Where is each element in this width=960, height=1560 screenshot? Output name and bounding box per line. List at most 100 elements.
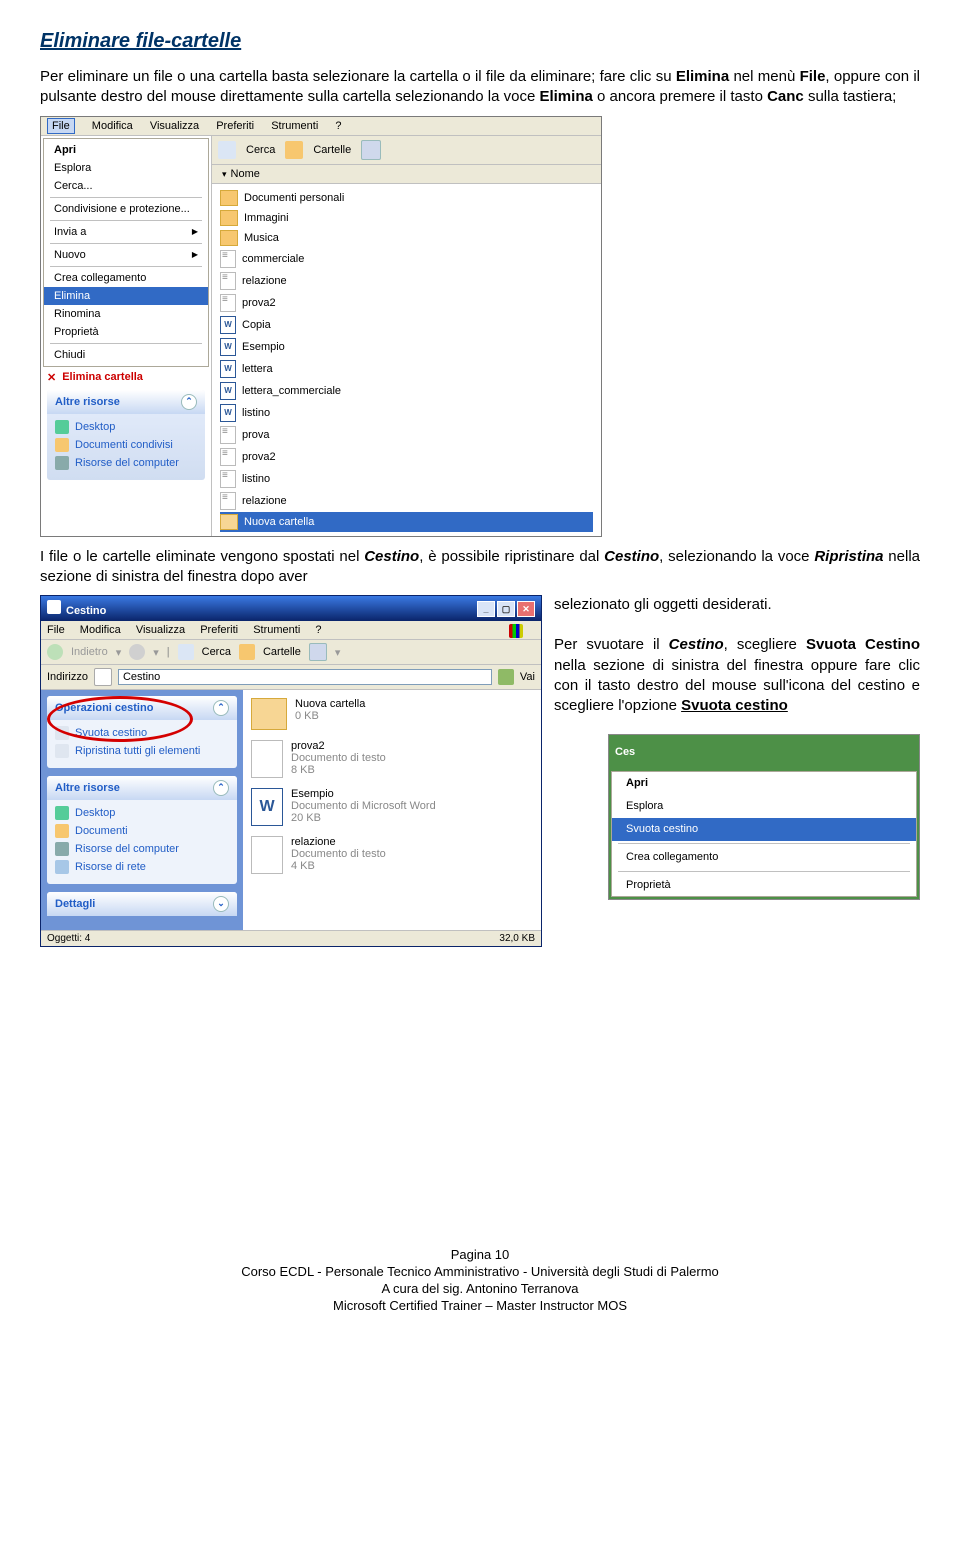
file-row[interactable]: Wlettera_commerciale	[220, 380, 593, 402]
desktop-icon	[55, 806, 69, 820]
delete-icon: ✕	[47, 371, 56, 384]
views-icon[interactable]	[309, 643, 327, 661]
minimize-button[interactable]: _	[477, 601, 495, 617]
file-name: prova2	[242, 451, 276, 463]
menu-file[interactable]: File	[47, 118, 75, 134]
right-column-text: selezionato gli oggetti desiderati. Per …	[554, 595, 920, 900]
menu-esplora[interactable]: Esplora	[44, 159, 208, 177]
nav-toolbar: Indietro ▾ ▾ | Cerca Cartelle ▾	[41, 640, 541, 665]
status-count: Oggetti: 4	[47, 933, 90, 944]
go-icon[interactable]	[498, 669, 514, 685]
file-tile[interactable]: prova2Documento di testo 8 KB	[251, 740, 533, 778]
menu-strumenti[interactable]: Strumenti	[253, 624, 300, 636]
back-icon[interactable]	[47, 644, 63, 660]
menu-visualizza[interactable]: Visualizza	[150, 120, 199, 132]
collapse-icon[interactable]: ⌃	[213, 780, 229, 796]
menu-proprieta[interactable]: Proprietà	[44, 323, 208, 341]
screenshot-explorer-filemenu: File Modifica Visualizza Preferiti Strum…	[40, 116, 602, 537]
file-row[interactable]: prova	[220, 424, 593, 446]
chevron-right-icon: ▶	[192, 250, 198, 259]
menu-help[interactable]: ?	[335, 120, 341, 132]
menu-preferiti[interactable]: Preferiti	[200, 624, 238, 636]
file-row[interactable]: prova2	[220, 292, 593, 314]
folders-icon[interactable]	[285, 141, 303, 159]
task-elimina-cartella[interactable]: ✕Elimina cartella	[47, 371, 205, 384]
word-file-icon: W	[220, 382, 236, 400]
menu-elimina[interactable]: Elimina	[44, 287, 208, 305]
link-desktop[interactable]: Desktop	[55, 804, 229, 822]
word-file-icon: W	[251, 788, 283, 826]
file-row[interactable]: listino	[220, 468, 593, 490]
file-row[interactable]: prova2	[220, 446, 593, 468]
menu-rinomina[interactable]: Rinomina	[44, 305, 208, 323]
computer-icon	[55, 456, 69, 470]
file-tile[interactable]: Nuova cartella0 KB	[251, 698, 533, 730]
file-row[interactable]: relazione	[220, 270, 593, 292]
file-row[interactable]: WEsempio	[220, 336, 593, 358]
menu-modifica[interactable]: Modifica	[92, 120, 133, 132]
tasks-pane: Operazioni cestino⌃ Svuota cestino Ripri…	[41, 690, 243, 930]
menu-preferiti[interactable]: Preferiti	[216, 120, 254, 132]
link-docs[interactable]: Documenti	[55, 822, 229, 840]
link-docs[interactable]: Documenti condivisi	[55, 436, 197, 454]
link-desktop[interactable]: Desktop	[55, 418, 197, 436]
folders-icon[interactable]	[239, 644, 255, 660]
ctx-apri[interactable]: Apri	[612, 772, 916, 795]
menu-apri[interactable]: Apri	[44, 141, 208, 159]
text-file-icon	[220, 272, 236, 290]
chevron-down-icon: ▾	[222, 169, 227, 179]
search-icon[interactable]	[178, 644, 194, 660]
menu-chiudi[interactable]: Chiudi	[44, 346, 208, 364]
file-row[interactable]: WCopia	[220, 314, 593, 336]
menu-inviaa[interactable]: Invia a▶	[44, 223, 208, 241]
menu-visualizza[interactable]: Visualizza	[136, 624, 185, 636]
file-label: prova2Documento di testo 8 KB	[291, 740, 386, 776]
file-row[interactable]: Musica	[220, 228, 593, 248]
ctx-esplora[interactable]: Esplora	[612, 795, 916, 818]
link-svuota[interactable]: Svuota cestino	[55, 724, 229, 742]
computer-icon	[55, 842, 69, 856]
menu-strumenti[interactable]: Strumenti	[271, 120, 318, 132]
menu-modifica[interactable]: Modifica	[80, 624, 121, 636]
file-tile[interactable]: WEsempioDocumento di Microsoft Word 20 K…	[251, 788, 533, 826]
file-row[interactable]: Nuova cartella	[220, 512, 593, 532]
file-row[interactable]: commerciale	[220, 248, 593, 270]
menu-help[interactable]: ?	[315, 624, 321, 636]
file-tile[interactable]: relazioneDocumento di testo 4 KB	[251, 836, 533, 874]
link-pc[interactable]: Risorse del computer	[55, 840, 229, 858]
link-ripristina[interactable]: Ripristina tutti gli elementi	[55, 742, 229, 760]
recycle-bin-icon	[47, 600, 61, 614]
menu-condivisione[interactable]: Condivisione e protezione...	[44, 200, 208, 218]
menu-file[interactable]: File	[47, 624, 65, 636]
forward-icon	[129, 644, 145, 660]
maximize-button[interactable]: ▢	[497, 601, 515, 617]
link-network[interactable]: Risorse di rete	[55, 858, 229, 876]
recycle-bin-icon	[94, 668, 112, 686]
file-row[interactable]: Immagini	[220, 208, 593, 228]
collapse-icon[interactable]: ⌃	[213, 700, 229, 716]
file-row[interactable]: relazione	[220, 490, 593, 512]
search-icon[interactable]	[218, 141, 236, 159]
ctx-svuota[interactable]: Svuota cestino	[612, 818, 916, 841]
address-input[interactable]	[118, 669, 492, 685]
file-list: Documenti personaliImmaginiMusicacommerc…	[212, 184, 601, 536]
file-row[interactable]: Wlettera	[220, 358, 593, 380]
address-label: Indirizzo	[47, 671, 88, 683]
close-button[interactable]: ✕	[517, 601, 535, 617]
file-row[interactable]: Wlistino	[220, 402, 593, 424]
text-file-icon	[251, 836, 283, 874]
expand-icon[interactable]: ⌄	[213, 896, 229, 912]
file-row[interactable]: Documenti personali	[220, 188, 593, 208]
menu-cerca[interactable]: Cerca...	[44, 177, 208, 195]
menu-creacollegamento[interactable]: Crea collegamento	[44, 269, 208, 287]
column-header-nome[interactable]: ▾Nome	[212, 165, 601, 184]
ctx-proprieta[interactable]: Proprietà	[612, 874, 916, 897]
link-pc[interactable]: Risorse del computer	[55, 454, 197, 472]
file-name: Nuova cartella	[244, 516, 314, 528]
context-menu: Apri Esplora Svuota cestino Crea collega…	[611, 771, 917, 897]
menu-nuovo[interactable]: Nuovo▶	[44, 246, 208, 264]
ctx-crea[interactable]: Crea collegamento	[612, 846, 916, 869]
word-file-icon: W	[220, 338, 236, 356]
views-icon[interactable]	[361, 140, 381, 160]
collapse-icon[interactable]: ⌃	[181, 394, 197, 410]
